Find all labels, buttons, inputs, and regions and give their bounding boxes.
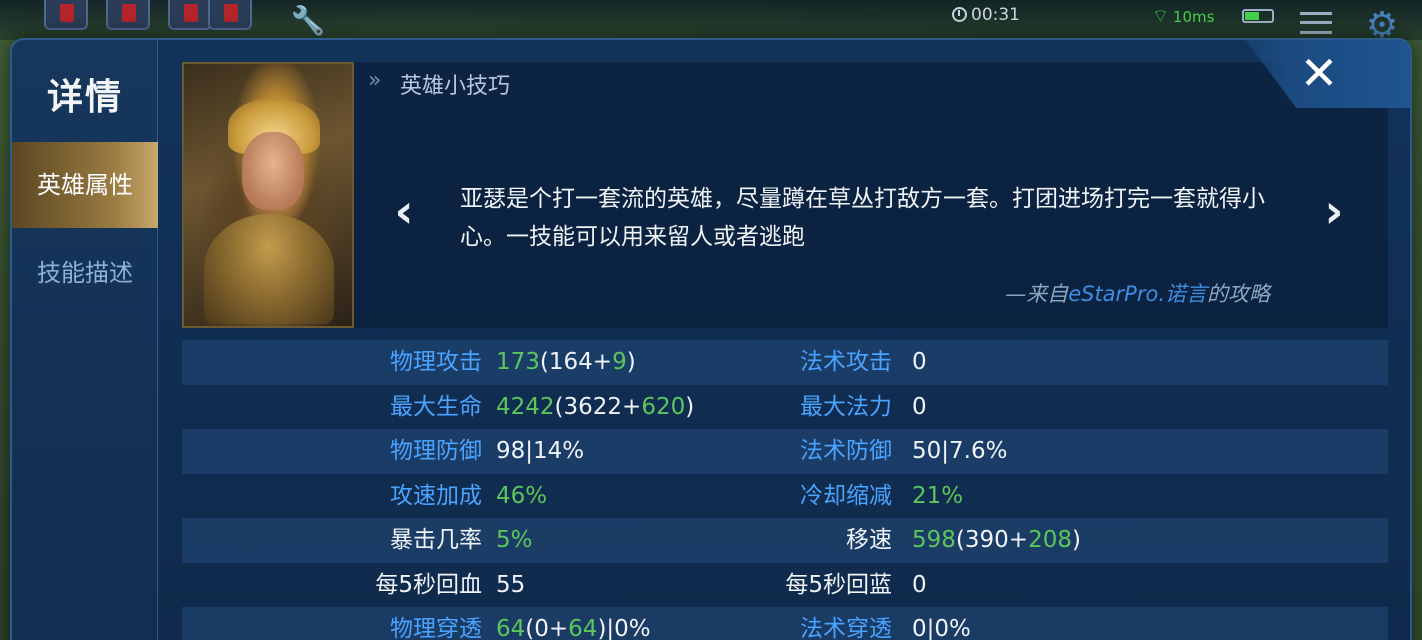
stat-label: 移速 xyxy=(846,527,892,553)
chess-piece-icon xyxy=(60,4,74,22)
stat-value: 0|0% xyxy=(912,616,971,640)
stat-value: 598(390+208) xyxy=(912,527,1081,553)
details-content: » 英雄小技巧 ‹ 亚瑟是个打一套流的英雄，尽量蹲在草丛打敌方一套。打团进场打完… xyxy=(158,40,1410,640)
close-icon: ✕ xyxy=(1299,46,1339,100)
close-button[interactable]: ✕ xyxy=(1294,48,1344,98)
double-chevron-icon: » xyxy=(368,68,382,93)
previous-tip-button[interactable]: ‹ xyxy=(384,186,424,236)
tips-author[interactable]: eStarPro.诺言 xyxy=(1068,282,1207,306)
chevron-left-icon: ‹ xyxy=(394,184,414,238)
next-tip-button[interactable]: › xyxy=(1314,186,1354,236)
stat-label: 每5秒回蓝 xyxy=(785,571,892,598)
menu-icon[interactable] xyxy=(1300,12,1332,34)
details-sidebar: 详情 英雄属性 技能描述 xyxy=(12,40,158,640)
stat-value: 4242(3622+620) xyxy=(496,393,695,420)
stat-label: 物理穿透 xyxy=(390,616,482,640)
hud-item-slot[interactable] xyxy=(44,0,88,30)
stat-value: 0 xyxy=(912,393,927,420)
clock-icon xyxy=(952,7,967,22)
stat-row: 每5秒回血 55 每5秒回蓝 0 xyxy=(182,563,1388,608)
stat-row: 物理攻击 173(164+9) 法术攻击 0 xyxy=(182,340,1388,385)
game-hud: 🔧 00:31 ⌔ 10ms ⚙ xyxy=(0,0,1422,46)
stat-value: 98|14% xyxy=(496,438,585,464)
stat-row: 最大生命 4242(3622+620) 最大法力 0 xyxy=(182,385,1388,430)
stat-label: 冷却缩减 xyxy=(800,482,892,509)
network-ping: ⌔ 10ms xyxy=(1152,6,1215,27)
hero-portrait xyxy=(182,62,354,328)
stat-label: 最大生命 xyxy=(390,393,482,420)
stat-value: 0 xyxy=(912,349,927,375)
wifi-icon: ⌔ xyxy=(1152,6,1169,27)
wrench-icon[interactable]: 🔧 xyxy=(288,4,328,38)
stat-row: 攻速加成 46% 冷却缩减 21% xyxy=(182,474,1388,519)
stat-label: 最大法力 xyxy=(800,393,892,420)
stat-label: 每5秒回血 xyxy=(375,571,482,598)
stat-value: 21% xyxy=(912,482,964,509)
chess-piece-icon xyxy=(224,4,238,22)
stat-label: 物理攻击 xyxy=(390,349,482,375)
tips-source: —来自eStarPro.诺言的攻略 xyxy=(1005,282,1270,306)
stat-row: 物理防御 98|14% 法术防御 50|7.6% xyxy=(182,429,1388,474)
stat-label: 法术攻击 xyxy=(800,349,892,375)
chevron-right-icon: › xyxy=(1324,184,1344,238)
match-timer: 00:31 xyxy=(952,4,1020,26)
stat-value: 46% xyxy=(496,482,548,509)
stat-label: 暴击几率 xyxy=(390,527,482,553)
tips-body: 亚瑟是个打一套流的英雄，尽量蹲在草丛打敌方一套。打团进场打完一套就得小心。一技能… xyxy=(460,186,1265,250)
stat-label: 攻速加成 xyxy=(390,482,482,509)
chess-piece-icon xyxy=(184,4,198,22)
tips-title: 英雄小技巧 xyxy=(400,74,511,99)
stat-label: 法术穿透 xyxy=(800,616,892,640)
hud-item-slot[interactable] xyxy=(208,0,252,30)
tab-hero-attributes[interactable]: 英雄属性 xyxy=(12,142,158,228)
hero-details-modal: 详情 英雄属性 技能描述 » 英雄小技巧 ‹ 亚瑟是个打一套流的英雄，尽量蹲在草… xyxy=(10,38,1412,640)
hud-item-slot[interactable] xyxy=(168,0,212,30)
stat-value: 50|7.6% xyxy=(912,438,1008,464)
chess-piece-icon xyxy=(122,4,136,22)
stat-value: 64(0+64)|0% xyxy=(496,616,651,640)
hud-item-slot[interactable] xyxy=(106,0,150,30)
stat-label: 法术防御 xyxy=(800,438,892,464)
stat-row: 物理穿透 64(0+64)|0% 法术穿透 0|0% xyxy=(182,607,1388,640)
tab-skill-description[interactable]: 技能描述 xyxy=(12,230,158,316)
hero-tips-panel: » 英雄小技巧 ‹ 亚瑟是个打一套流的英雄，尽量蹲在草丛打敌方一套。打团进场打完… xyxy=(354,62,1388,328)
battery-icon xyxy=(1242,9,1274,23)
stat-value: 55 xyxy=(496,571,526,598)
stat-label: 物理防御 xyxy=(390,438,482,464)
stat-value: 5% xyxy=(496,527,533,553)
stat-value: 173(164+9) xyxy=(496,349,636,375)
sidebar-title: 详情 xyxy=(46,77,123,118)
hero-stats-table: 物理攻击 173(164+9) 法术攻击 0 最大生命 4242(3622+620) 最大法… xyxy=(182,340,1388,640)
stat-row: 暴击几率 5% 移速 598(390+208) xyxy=(182,518,1388,563)
stat-value: 0 xyxy=(912,571,927,598)
